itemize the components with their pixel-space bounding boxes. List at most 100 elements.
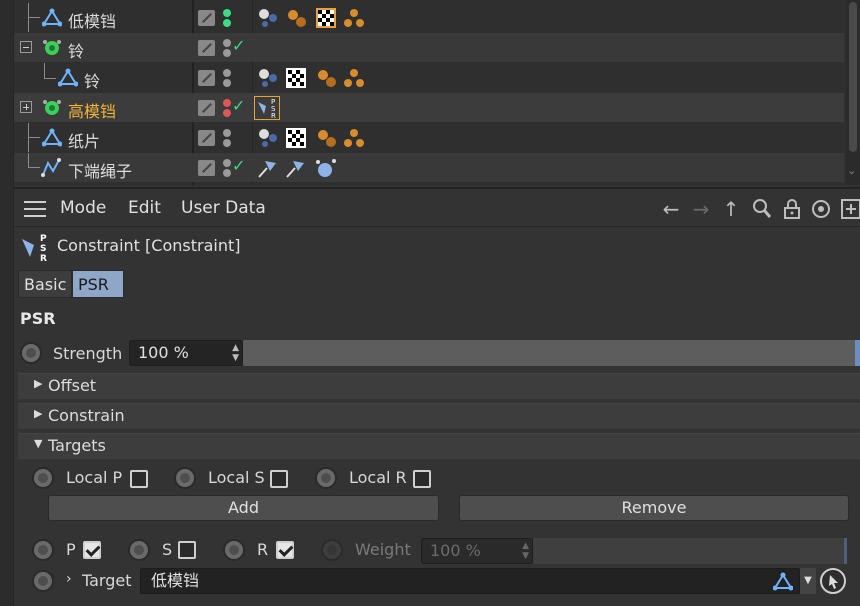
- material-tag-icon[interactable]: [344, 68, 364, 88]
- enabled-check-icon[interactable]: ✓: [232, 156, 245, 175]
- target-link-field[interactable]: 低模铛: [140, 568, 800, 594]
- material-tag-icon[interactable]: [316, 128, 336, 148]
- render-visibility-dot[interactable]: [223, 49, 231, 57]
- material-tag-icon[interactable]: [258, 8, 278, 28]
- material-tag-icon[interactable]: [258, 68, 278, 88]
- lock-icon[interactable]: [781, 198, 803, 220]
- object-name-cell: 下端绳子: [14, 153, 192, 182]
- local-s-animate-radio[interactable]: [174, 467, 196, 489]
- layer-visibility-toggle[interactable]: [198, 70, 215, 86]
- strength-field[interactable]: 100 % ▲ ▼: [129, 340, 243, 366]
- new-window-icon[interactable]: [840, 198, 860, 220]
- scrollbar-thumb[interactable]: [849, 2, 857, 152]
- object-row-highpoly[interactable]: 高模铛 ✓ P S R: [14, 93, 844, 122]
- material-tag-icon[interactable]: [286, 8, 306, 28]
- local-r-animate-radio[interactable]: [315, 467, 337, 489]
- collapse-toggle-icon[interactable]: [20, 41, 32, 53]
- checker-material-tag-icon[interactable]: [286, 128, 306, 148]
- spinner-icon[interactable]: ▲ ▼: [522, 541, 529, 561]
- r-checkbox[interactable]: [276, 541, 294, 559]
- menu-mode[interactable]: Mode: [60, 198, 106, 218]
- weight-animate-radio[interactable]: [321, 539, 343, 561]
- checker-material-tag-icon[interactable]: [286, 68, 306, 88]
- layer-visibility-toggle[interactable]: [198, 100, 215, 116]
- menu-edit[interactable]: Edit: [128, 198, 161, 218]
- layer-visibility-toggle[interactable]: [198, 10, 215, 26]
- tab-basic[interactable]: Basic: [18, 270, 72, 298]
- menu-user-data[interactable]: User Data: [181, 198, 266, 218]
- hamburger-menu-icon[interactable]: [24, 201, 46, 217]
- weight-field[interactable]: 100 % ▲ ▼: [421, 538, 533, 564]
- tab-psr[interactable]: PSR: [72, 270, 124, 298]
- object-name-cell: 低模铛: [14, 3, 192, 32]
- material-tag-icon[interactable]: [344, 8, 364, 28]
- material-tag-icon[interactable]: [344, 128, 364, 148]
- enabled-check-icon[interactable]: ✓: [232, 96, 245, 115]
- layer-visibility-toggle[interactable]: [198, 160, 215, 176]
- local-p-checkbox[interactable]: [130, 470, 148, 488]
- pin-tag-icon[interactable]: [256, 157, 280, 179]
- render-visibility-dot[interactable]: [223, 109, 231, 117]
- group-offset[interactable]: ▶ Offset: [18, 373, 860, 399]
- target-icon[interactable]: [810, 198, 832, 220]
- material-tag-icon[interactable]: [316, 68, 336, 88]
- editor-visibility-dot[interactable]: [223, 9, 231, 17]
- editor-visibility-dot[interactable]: [223, 99, 231, 107]
- spinner-icon[interactable]: ▲ ▼: [232, 343, 239, 363]
- local-s-checkbox[interactable]: [270, 470, 288, 488]
- editor-visibility-dot[interactable]: [223, 69, 231, 77]
- object-row-bell-null[interactable]: 铃 ✓: [14, 33, 844, 62]
- slider-knob[interactable]: [855, 340, 860, 366]
- pin-tag-icon[interactable]: [284, 157, 308, 179]
- editor-visibility-dot[interactable]: [223, 39, 231, 47]
- object-row-rope[interactable]: 下端绳子 ✓: [14, 153, 844, 182]
- s-animate-radio[interactable]: [128, 539, 150, 561]
- render-visibility-dot[interactable]: [223, 139, 231, 147]
- spline-object-icon: [41, 158, 61, 177]
- expand-toggle-icon[interactable]: [20, 101, 32, 113]
- group-targets[interactable]: ▼ Targets: [18, 433, 860, 459]
- up-arrow-icon[interactable]: ↑: [720, 198, 742, 220]
- editor-visibility-dot[interactable]: [223, 159, 231, 167]
- object-manager-scrollbar[interactable]: ⌄: [846, 0, 860, 185]
- layer-visibility-toggle[interactable]: [198, 130, 215, 146]
- local-p-animate-radio[interactable]: [32, 467, 54, 489]
- collapse-triangle-icon[interactable]: ▼: [34, 437, 42, 450]
- p-checkbox[interactable]: [83, 541, 101, 559]
- object-row-lowpoly[interactable]: 低模铛: [14, 3, 844, 32]
- constraint-tag-icon[interactable]: P S R: [254, 96, 280, 120]
- expand-triangle-icon[interactable]: ▶: [34, 407, 42, 420]
- slider-knob[interactable]: [844, 538, 847, 564]
- local-r-checkbox[interactable]: [413, 470, 431, 488]
- expand-triangle-icon[interactable]: ▶: [34, 377, 42, 390]
- s-checkbox[interactable]: [178, 541, 196, 559]
- chevron-down-icon[interactable]: ⌄: [847, 164, 856, 177]
- expand-chevron-icon[interactable]: ›: [66, 571, 72, 587]
- dynamics-tag-icon[interactable]: [314, 157, 338, 179]
- editor-visibility-dot[interactable]: [223, 129, 231, 137]
- r-animate-radio[interactable]: [223, 539, 245, 561]
- material-tag-icon[interactable]: [258, 128, 278, 148]
- strength-animate-radio[interactable]: [20, 342, 42, 364]
- group-constrain[interactable]: ▶ Constrain: [18, 403, 860, 429]
- object-row-bell[interactable]: 铃: [14, 63, 844, 92]
- forward-arrow-icon[interactable]: →: [690, 198, 712, 220]
- p-animate-radio[interactable]: [32, 539, 54, 561]
- checker-material-tag-icon[interactable]: [316, 8, 336, 28]
- weight-value: 100 %: [430, 541, 481, 560]
- target-animate-radio[interactable]: [32, 570, 54, 592]
- render-visibility-dot[interactable]: [223, 169, 231, 177]
- layer-visibility-toggle[interactable]: [198, 40, 215, 56]
- add-button[interactable]: Add: [48, 495, 439, 521]
- pick-object-icon[interactable]: [820, 568, 846, 594]
- chevron-down-icon[interactable]: ▼: [800, 568, 816, 594]
- object-row-paper[interactable]: 纸片: [14, 123, 844, 152]
- render-visibility-dot[interactable]: [223, 19, 231, 27]
- enabled-check-icon[interactable]: ✓: [232, 36, 245, 55]
- strength-slider[interactable]: [243, 340, 860, 366]
- render-visibility-dot[interactable]: [223, 79, 231, 87]
- search-icon[interactable]: [751, 198, 773, 220]
- weight-slider[interactable]: [533, 538, 847, 564]
- remove-button[interactable]: Remove: [459, 495, 849, 521]
- back-arrow-icon[interactable]: ←: [660, 198, 682, 220]
